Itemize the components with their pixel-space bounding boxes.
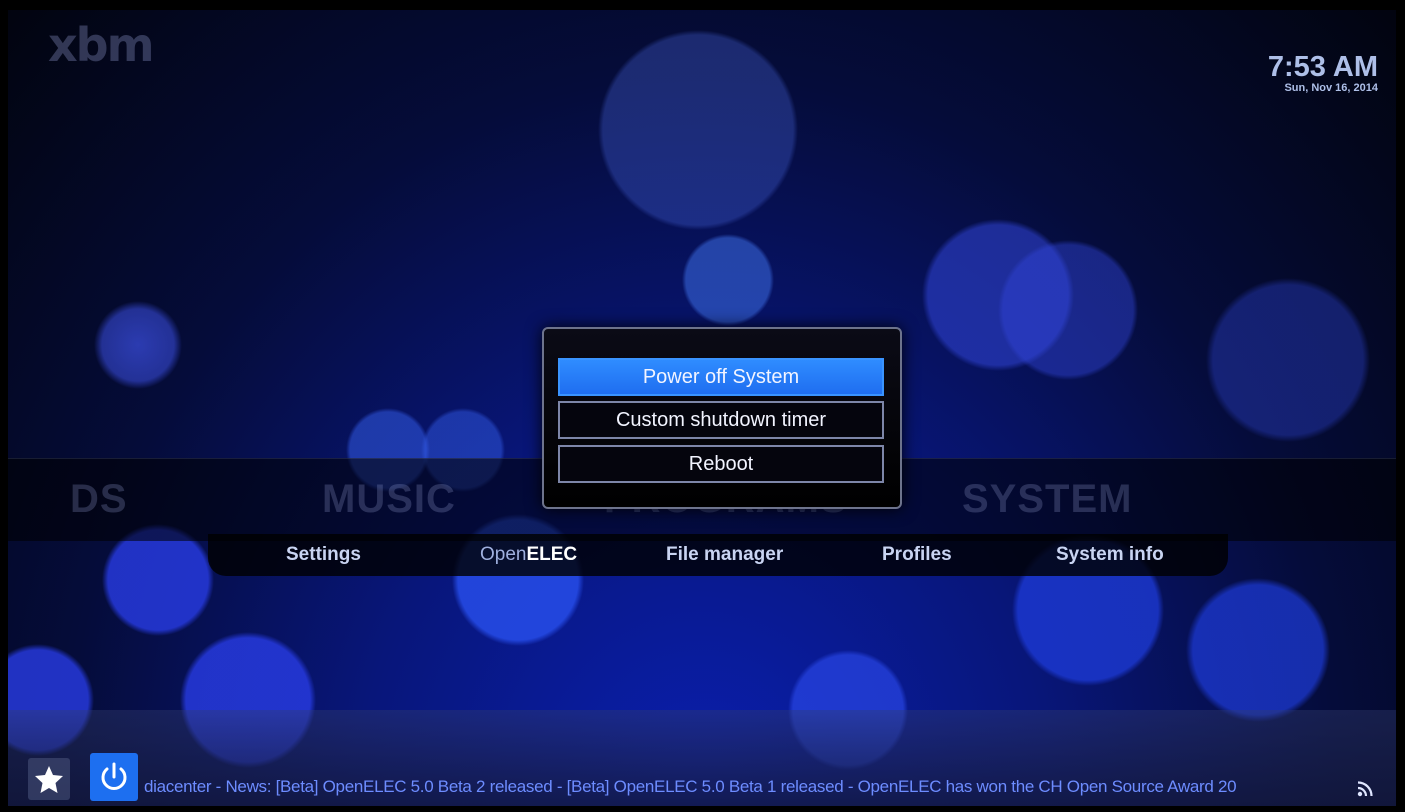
menu-category-videos[interactable]: DS <box>70 477 128 522</box>
clock: 7:53 AM Sun, Nov 16, 2014 <box>1268 52 1378 94</box>
submenu-file-manager[interactable]: File manager <box>666 544 783 566</box>
app-logo: xbm <box>48 18 155 72</box>
power-button[interactable] <box>90 753 138 801</box>
power-icon <box>101 762 127 790</box>
submenu-system-info[interactable]: System info <box>1056 544 1164 566</box>
clock-date: Sun, Nov 16, 2014 <box>1284 82 1378 94</box>
reboot-option[interactable]: Reboot <box>558 445 884 483</box>
menu-category-music[interactable]: MUSIC <box>322 477 456 522</box>
submenu-profiles[interactable]: Profiles <box>882 544 952 566</box>
rss-icon <box>1357 781 1373 797</box>
submenu-openelec-strong: ELEC <box>526 544 578 565</box>
favourites-button[interactable] <box>28 758 70 800</box>
kodi-home-screen: xbm 7:53 AM Sun, Nov 16, 2014 DS MUSIC P… <box>8 10 1396 806</box>
clock-time: 7:53 AM <box>1267 51 1378 83</box>
power-off-system-option[interactable]: Power off System <box>558 358 884 396</box>
menu-category-system[interactable]: SYSTEM <box>962 477 1132 522</box>
star-icon <box>35 766 63 793</box>
submenu-settings[interactable]: Settings <box>286 544 361 566</box>
shutdown-dialog: Power off System Custom shutdown timer R… <box>542 327 902 509</box>
submenu-openelec-prefix: Open <box>480 544 527 565</box>
submenu-openelec[interactable]: OpenELEC <box>480 544 577 566</box>
rss-ticker: diacenter - News: [Beta] OpenELEC 5.0 Be… <box>144 777 1237 796</box>
system-submenu: Settings OpenELEC File manager Profiles … <box>208 534 1228 576</box>
custom-shutdown-timer-option[interactable]: Custom shutdown timer <box>558 401 884 439</box>
